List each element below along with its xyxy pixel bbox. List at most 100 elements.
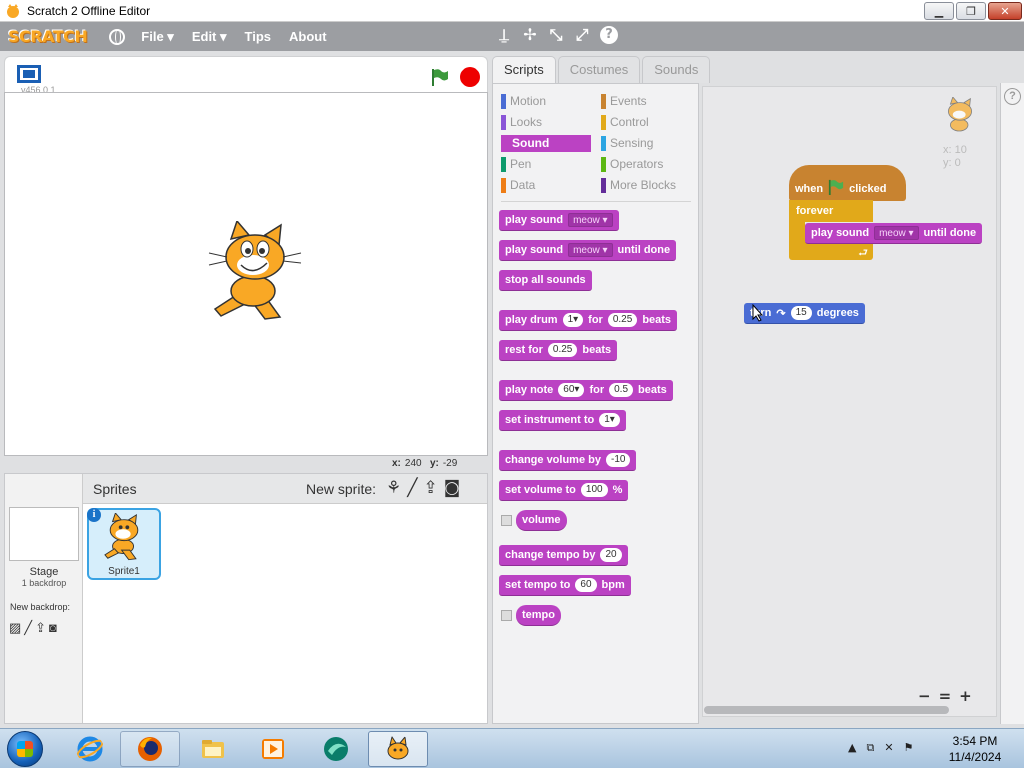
- camera-sprite-icon[interactable]: ◙: [444, 478, 461, 498]
- action-center-flag-icon[interactable]: ⚑: [904, 741, 914, 755]
- internet-explorer-icon: [76, 736, 104, 762]
- paint-sprite-icon[interactable]: ╱: [407, 478, 417, 498]
- grow-icon[interactable]: ⤡: [548, 26, 564, 44]
- help-icon[interactable]: ?: [600, 26, 618, 44]
- block-change-tempo[interactable]: change tempo by 20: [499, 545, 628, 566]
- tab-sounds[interactable]: Sounds: [642, 56, 711, 83]
- menu-bar: SCRATCH File ▾ Edit ▾ Tips About ⍊ ✢ ⤡ ⤢…: [0, 22, 1024, 51]
- stage-canvas[interactable]: [4, 92, 488, 456]
- sprite-x: x: 10: [943, 144, 967, 156]
- clock-date: 11/4/2024: [948, 750, 1002, 764]
- taskbar-explorer[interactable]: [183, 731, 243, 767]
- taskbar-clock[interactable]: 3:54 PM 11/4/2024: [942, 733, 1008, 765]
- block-help-icon[interactable]: ?: [1004, 88, 1021, 105]
- tempo-checkbox[interactable]: [501, 610, 512, 621]
- category-motion[interactable]: Motion: [501, 93, 546, 110]
- horizontal-scrollbar[interactable]: [704, 706, 949, 714]
- block-play-sound[interactable]: play sound meow ▾: [499, 210, 619, 231]
- shrink-icon[interactable]: ⤢: [574, 26, 590, 44]
- category-events[interactable]: Events: [601, 93, 647, 110]
- folder-icon: [202, 740, 224, 758]
- reporter-volume[interactable]: volume: [516, 510, 567, 531]
- stop-icon[interactable]: [460, 67, 480, 87]
- category-looks[interactable]: Looks: [501, 114, 542, 131]
- block-set-instrument[interactable]: set instrument to 1▾: [499, 410, 626, 431]
- scratch-logo[interactable]: SCRATCH: [8, 27, 88, 46]
- sprite-pane: Stage 1 backdrop New backdrop: ▨ ╱ ⇪ ◙ S…: [4, 473, 488, 724]
- volume-muted-icon[interactable]: ✕: [884, 741, 893, 755]
- editor-tabs: Scripts Costumes Sounds: [492, 56, 711, 84]
- mouse-coordinates: x: 240 y: -29: [392, 458, 458, 469]
- turn-right-icon: ↷: [776, 307, 786, 320]
- close-button[interactable]: ✕: [988, 2, 1022, 20]
- scratch-app-icon: [7, 3, 19, 18]
- stage-column: Stage 1 backdrop New backdrop: ▨ ╱ ⇪ ◙: [5, 474, 83, 723]
- cat-sprite-icon[interactable]: [205, 221, 305, 326]
- tab-costumes[interactable]: Costumes: [557, 56, 641, 83]
- category-operators[interactable]: Operators: [601, 156, 663, 173]
- taskbar-ie[interactable]: [60, 731, 120, 767]
- backdrop-count: 1 backdrop: [21, 578, 67, 588]
- loop-arrow-icon: ⮐: [858, 246, 868, 259]
- taskbar-media-player[interactable]: [243, 731, 303, 767]
- block-set-volume[interactable]: set volume to 100%: [499, 480, 629, 501]
- block-play-sound-until-done-script[interactable]: play sound meow ▾ until done: [805, 223, 983, 244]
- duplicate-stamp-icon[interactable]: ⍊: [496, 26, 512, 44]
- sprites-title: Sprites: [93, 481, 137, 497]
- block-stop-all-sounds[interactable]: stop all sounds: [499, 270, 592, 291]
- block-when-flag-clicked[interactable]: when clicked: [789, 165, 906, 201]
- volume-checkbox[interactable]: [501, 515, 512, 526]
- category-sensing[interactable]: Sensing: [601, 135, 653, 152]
- window-titlebar: Scratch 2 Offline Editor ▁ ❐ ✕: [0, 0, 1024, 22]
- block-play-note[interactable]: play note 60▾ for 0.5 beats: [499, 380, 673, 401]
- clock-time: 3:54 PM: [952, 734, 998, 748]
- taskbar-app[interactable]: [306, 731, 366, 767]
- menu-file[interactable]: File ▾: [141, 29, 174, 45]
- taskbar-scratch[interactable]: [368, 731, 428, 767]
- block-play-drum[interactable]: play drum 1▾ for 0.25 beats: [499, 310, 678, 331]
- tray-expand-icon[interactable]: ▲: [848, 741, 856, 755]
- window-title: Scratch 2 Offline Editor: [27, 3, 151, 18]
- green-flag-icon[interactable]: [429, 67, 449, 87]
- sprite-tile-sprite1[interactable]: i Sprite1: [87, 508, 161, 580]
- block-rest-for[interactable]: rest for 0.25 beats: [499, 340, 618, 361]
- menu-about[interactable]: About: [289, 29, 327, 44]
- block-change-volume[interactable]: change volume by -10: [499, 450, 637, 471]
- sprite-library-icon[interactable]: ⚘: [386, 478, 401, 498]
- block-play-sound-until-done[interactable]: play sound meow ▾ until done: [499, 240, 677, 261]
- reporter-tempo[interactable]: tempo: [516, 605, 561, 626]
- sprite-position: x: 10 y: 0: [943, 144, 967, 170]
- zoom-reset-icon[interactable]: =: [939, 687, 952, 705]
- category-divider: [501, 201, 691, 202]
- menu-tips[interactable]: Tips: [245, 29, 272, 44]
- network-icon[interactable]: ⧉: [866, 741, 874, 755]
- menu-edit[interactable]: Edit ▾: [192, 29, 227, 45]
- backdrop-library-icon[interactable]: ▨: [9, 620, 21, 636]
- zoom-in-icon[interactable]: +: [959, 687, 972, 705]
- upload-backdrop-icon[interactable]: ⇪: [35, 620, 46, 636]
- delete-scissors-icon[interactable]: ✢: [522, 26, 538, 44]
- category-data[interactable]: Data: [501, 177, 535, 194]
- tab-scripts[interactable]: Scripts: [492, 56, 556, 84]
- media-player-icon: [262, 739, 284, 759]
- minimize-button[interactable]: ▁: [924, 2, 954, 20]
- stage-thumbnail[interactable]: [9, 507, 79, 561]
- new-backdrop-label: New backdrop:: [10, 602, 71, 612]
- block-set-tempo[interactable]: set tempo to 60 bpm: [499, 575, 631, 596]
- start-button[interactable]: [7, 731, 43, 767]
- fullscreen-icon[interactable]: [17, 65, 41, 83]
- paint-backdrop-icon[interactable]: ╱: [24, 620, 32, 636]
- taskbar-firefox[interactable]: [120, 731, 180, 767]
- category-pen[interactable]: Pen: [501, 156, 531, 173]
- maximize-button[interactable]: ❐: [956, 2, 986, 20]
- camera-backdrop-icon[interactable]: ◙: [49, 620, 57, 636]
- category-more-blocks[interactable]: More Blocks: [601, 177, 676, 194]
- help-sidebar: ?: [1000, 83, 1024, 724]
- category-control[interactable]: Control: [601, 114, 649, 131]
- category-sound[interactable]: Sound: [501, 135, 591, 152]
- zoom-out-icon[interactable]: −: [918, 687, 931, 705]
- mouse-y: -29: [442, 458, 458, 469]
- upload-sprite-icon[interactable]: ⇪: [424, 478, 438, 498]
- info-icon[interactable]: i: [87, 508, 101, 522]
- globe-icon[interactable]: [109, 28, 126, 45]
